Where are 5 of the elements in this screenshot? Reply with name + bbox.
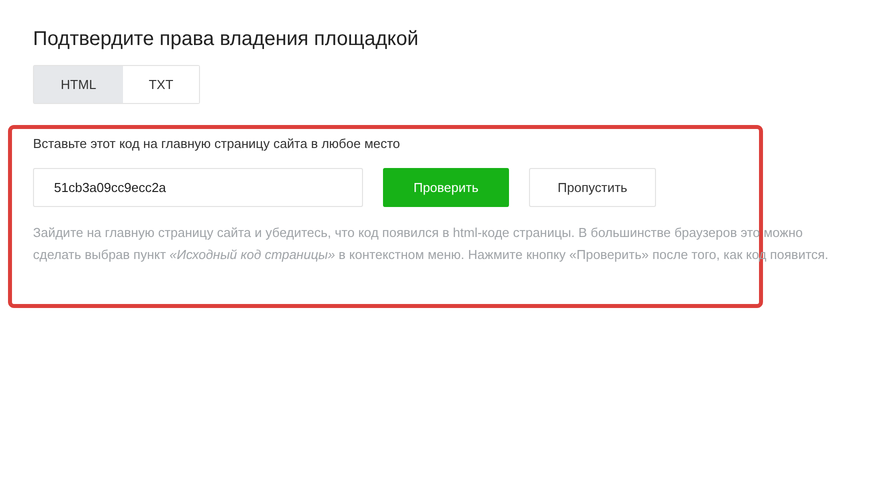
- tab[interactable]: HTML: [34, 66, 123, 103]
- skip-button[interactable]: Пропустить: [529, 168, 656, 207]
- instruction-text: Вставьте этот код на главную страницу сайта в любое место: [33, 136, 400, 152]
- code-field[interactable]: 51cb3a09cc9ecc2a: [33, 168, 363, 207]
- page-title: Подтвердите права владения площадкой: [33, 27, 418, 52]
